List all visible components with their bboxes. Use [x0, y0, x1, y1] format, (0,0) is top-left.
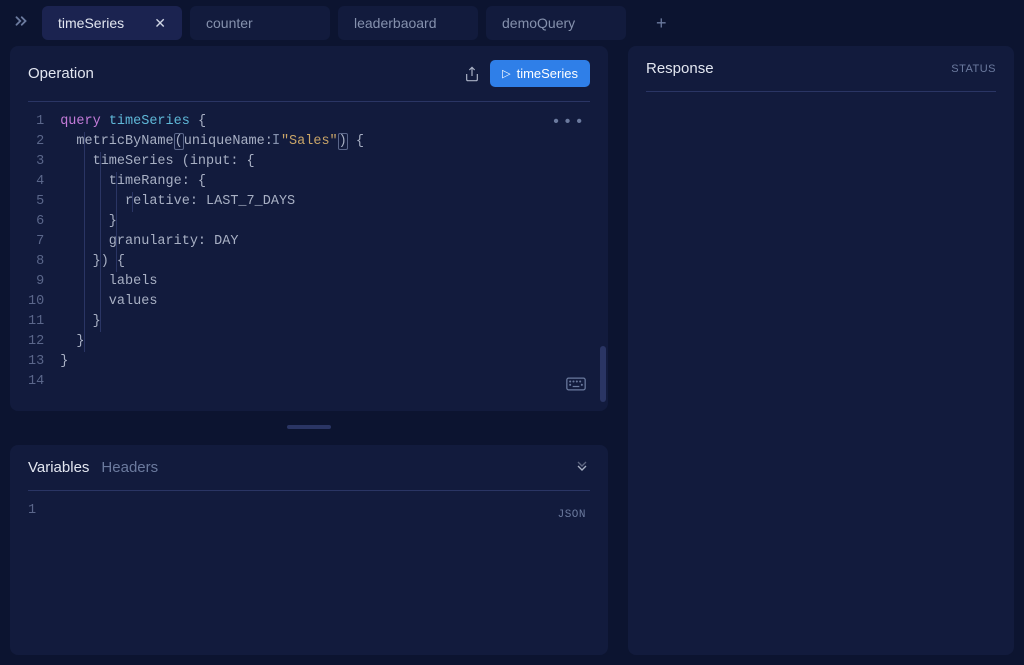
run-button-label: timeSeries: [517, 66, 578, 81]
variables-editor[interactable]: 1 JSON: [10, 491, 608, 655]
divider: [646, 91, 996, 92]
response-panel: Response STATUS: [628, 46, 1014, 655]
tab-variables[interactable]: Variables: [28, 459, 89, 476]
operation-editor[interactable]: 1234567891011121314 query timeSeries { m…: [10, 102, 608, 411]
tab-label: leaderbaoard: [354, 15, 437, 31]
tab-leaderboard[interactable]: leaderbaoard: [338, 6, 478, 40]
expand-sidebar-icon[interactable]: [8, 8, 34, 39]
tab-counter[interactable]: counter: [190, 6, 330, 40]
response-status-label: STATUS: [951, 63, 996, 75]
more-options-icon[interactable]: •••: [551, 112, 586, 132]
operation-title: Operation: [28, 65, 94, 82]
new-tab-button[interactable]: +: [646, 7, 677, 40]
scrollbar-vertical[interactable]: [600, 346, 606, 402]
line-numbers: 1234567891011121314: [28, 112, 60, 401]
share-icon[interactable]: [464, 66, 480, 82]
run-query-button[interactable]: ▷ timeSeries: [490, 60, 590, 87]
response-title: Response: [646, 60, 714, 77]
tab-headers[interactable]: Headers: [101, 459, 158, 476]
collapse-panel-icon[interactable]: [574, 460, 590, 476]
tab-label: counter: [206, 15, 253, 31]
code-content: query timeSeries { metricByName(uniqueNa…: [60, 112, 364, 401]
top-bar: timeSeries ✕ counter leaderbaoard demoQu…: [0, 0, 1024, 46]
tab-timeseries[interactable]: timeSeries ✕: [42, 6, 182, 40]
query-tabs: timeSeries ✕ counter leaderbaoard demoQu…: [42, 6, 626, 40]
panel-resize-handle[interactable]: [287, 425, 331, 429]
line-numbers: 1: [28, 501, 52, 645]
operation-panel: Operation ▷ timeSeries 12345678910111213…: [10, 46, 608, 411]
tab-label: timeSeries: [58, 15, 124, 31]
tab-demoquery[interactable]: demoQuery: [486, 6, 626, 40]
close-icon[interactable]: ✕: [154, 15, 166, 32]
json-format-label: JSON: [558, 505, 586, 525]
tab-label: demoQuery: [502, 15, 575, 31]
variables-panel: Variables Headers 1 JSON: [10, 445, 608, 655]
keyboard-shortcuts-icon[interactable]: [566, 377, 586, 399]
play-icon: ▷: [502, 67, 510, 80]
